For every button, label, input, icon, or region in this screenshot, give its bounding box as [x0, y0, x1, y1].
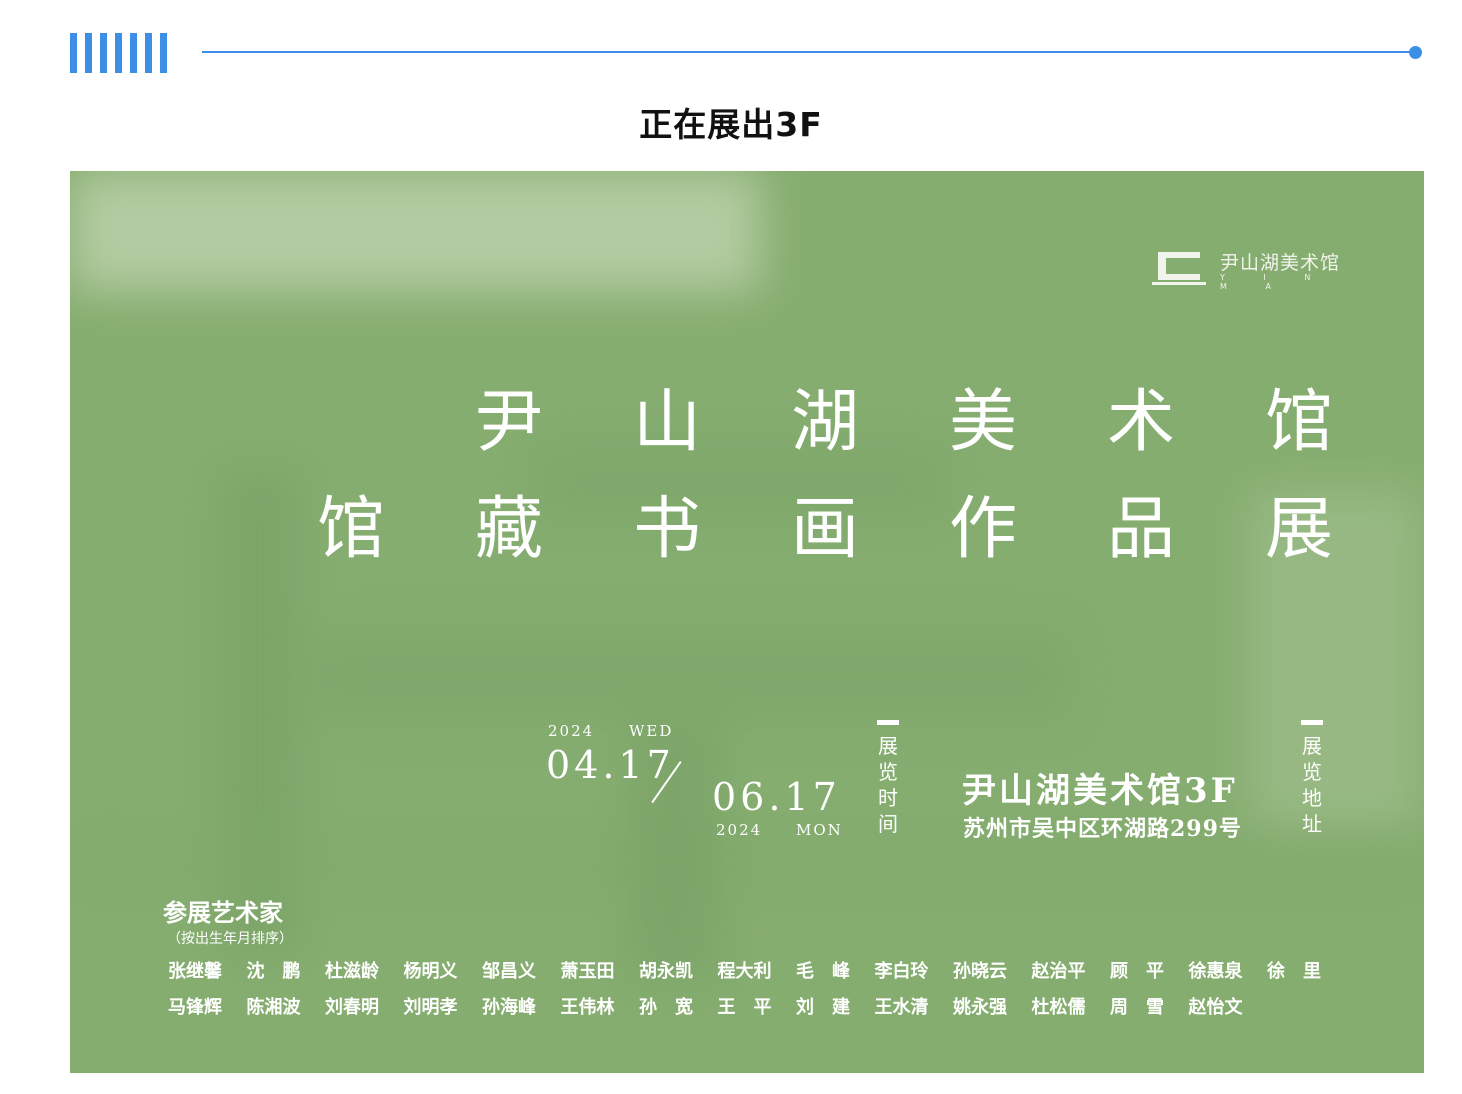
header-bars-decoration	[70, 33, 167, 73]
start-date: 04.17	[546, 743, 675, 787]
title-char: 作	[948, 490, 1017, 569]
title-char: 湖	[790, 383, 859, 462]
artist-name: 孙 宽	[639, 997, 693, 1018]
venue-name: 尹山湖美术馆3F	[962, 771, 1238, 811]
exhibition-address-label: 展览地址	[1299, 720, 1325, 837]
title-char: 馆	[1264, 383, 1333, 462]
header-divider	[202, 51, 1414, 53]
artist-name: 邹昌义	[482, 961, 536, 982]
museum-logo-text: 尹山湖美术馆	[1220, 252, 1341, 274]
title-char: 藏	[474, 490, 543, 569]
end-weekday: MON	[796, 821, 843, 839]
header-divider-dot	[1409, 46, 1422, 59]
start-weekday: WED	[629, 722, 674, 740]
title-char: 画	[790, 490, 859, 569]
artist-name: 刘 建	[796, 997, 850, 1018]
museum-logo-icon	[1152, 252, 1206, 285]
venue-address: 苏州市吴中区环湖路299号	[963, 816, 1242, 842]
artist-name: 马锋辉	[168, 997, 222, 1018]
title-char: 尹	[474, 383, 543, 462]
museum-logo-subtext: Y I N M A	[1220, 273, 1329, 291]
title-char: 品	[1106, 490, 1175, 569]
page: 正在展出3F 尹山湖美术馆 Y I N M A 尹 山 湖 美 术 馆 馆 藏 …	[0, 0, 1462, 1094]
start-year: 2024	[548, 722, 595, 740]
artist-name: 王水清	[874, 997, 929, 1018]
title-char: 山	[632, 383, 701, 462]
title-char: 术	[1106, 383, 1175, 462]
artist-name: 杜滋龄	[325, 961, 379, 982]
end-year: 2024	[716, 821, 763, 839]
artist-name: 徐 里	[1267, 961, 1321, 982]
artist-name: 张继馨	[168, 961, 222, 982]
exhibition-time-label: 展览时间	[875, 720, 901, 837]
artists-row-1: 张继馨 沈 鹏 杜滋龄 杨明义 邹昌义 萧玉田 胡永凯 程大利 毛 峰 李白玲 孙晓云 赵治平 顾 平 徐…	[168, 957, 1346, 983]
artist-name: 顾 平	[1110, 961, 1164, 982]
artist-name: 王伟林	[560, 997, 615, 1018]
artist-name: 刘明孝	[403, 997, 458, 1018]
artist-name: 周 雪	[1110, 997, 1164, 1018]
artist-name: 王 平	[717, 997, 772, 1018]
artist-name: 李白玲	[874, 961, 929, 982]
artist-name: 程大利	[717, 961, 772, 982]
artist-name: 陈湘波	[246, 997, 301, 1018]
artist-name: 杨明义	[403, 961, 458, 982]
museum-logo: 尹山湖美术馆 Y I N M A	[1152, 246, 1342, 291]
poster-title-line-1: 尹 山 湖 美 术 馆	[430, 366, 1378, 465]
section-title: 正在展出3F	[639, 105, 823, 144]
title-char: 馆	[316, 490, 385, 569]
artists-heading: 参展艺术家	[163, 898, 283, 927]
artist-name: 孙晓云	[953, 961, 1007, 982]
title-char: 书	[632, 490, 701, 569]
artists-sort-note: （按出生年月排序）	[167, 931, 293, 947]
artist-name: 姚永强	[953, 997, 1007, 1018]
exhibition-poster: 尹山湖美术馆 Y I N M A 尹 山 湖 美 术 馆 馆 藏 书 画 作 品…	[70, 171, 1424, 1073]
artist-name: 赵治平	[1031, 961, 1086, 982]
title-char: 展	[1264, 490, 1333, 569]
artist-name: 毛 峰	[796, 961, 850, 982]
artist-name: 赵怡文	[1188, 997, 1243, 1018]
artist-name: 孙海峰	[482, 997, 536, 1018]
title-char: 美	[948, 383, 1017, 462]
end-date: 06.17	[712, 775, 841, 819]
artist-name: 沈 鹏	[246, 961, 301, 982]
poster-title-line-2: 馆 藏 书 画 作 品 展	[272, 473, 1378, 572]
artist-name: 萧玉田	[560, 961, 615, 982]
artists-row-2: 马锋辉 陈湘波 刘春明 刘明孝 孙海峰 王伟林 孙 宽 王 平 刘 建 王水清 姚永强 杜松儒 周 雪 赵…	[168, 993, 1267, 1019]
artist-name: 刘春明	[325, 997, 379, 1018]
artist-name: 杜松儒	[1031, 997, 1086, 1018]
artist-name: 胡永凯	[639, 961, 693, 982]
artist-name: 徐惠泉	[1188, 961, 1243, 982]
